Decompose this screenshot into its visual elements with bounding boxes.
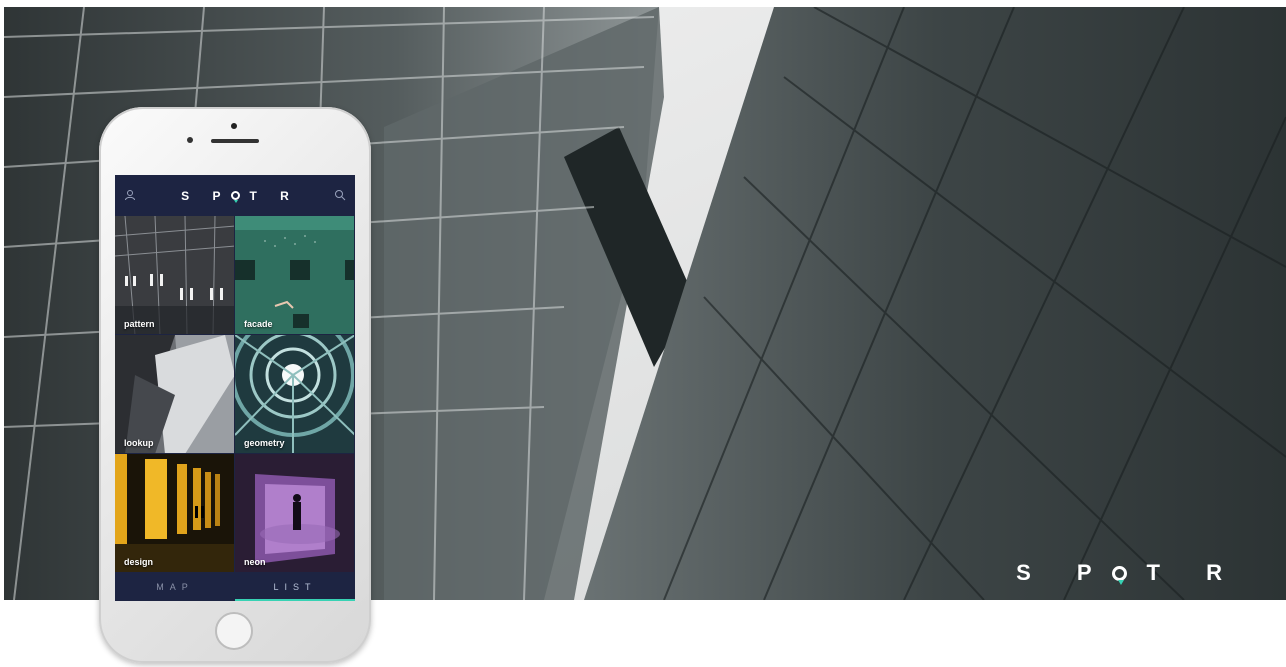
user-icon[interactable] [123,188,137,202]
brand-letters-after: T R [1146,560,1242,585]
design-thumbnail [115,454,234,572]
tile-label: pattern [124,319,155,329]
brand-letters-before: S P [1016,560,1112,585]
tile-label: geometry [244,438,285,448]
lookup-thumbnail [115,335,234,453]
bottom-tab-bar: MAP LIST [115,573,355,601]
category-tile-geometry[interactable]: geometry [235,335,355,454]
tile-label: design [124,557,154,567]
facade-thumbnail [235,216,354,334]
category-grid: pattern facade lookup geometry design ne… [115,216,355,573]
proximity-sensor [187,137,193,143]
category-tile-neon[interactable]: neon [235,454,355,573]
map-pin-logo-icon [1111,565,1127,585]
category-tile-design[interactable]: design [115,454,235,573]
tile-label: lookup [124,438,154,448]
phone-screen: S P T R pattern facade lookup geometry d… [115,175,355,601]
promo-stage: S P T R S P T R pattern facade lookup ge… [0,0,1286,667]
app-header: S P T R [115,175,355,216]
tile-label: neon [244,557,266,567]
search-icon[interactable] [333,188,347,202]
category-tile-pattern[interactable]: pattern [115,216,235,335]
geometry-thumbnail [235,335,354,453]
front-camera [231,123,237,129]
tab-list[interactable]: LIST [235,573,355,601]
neon-thumbnail [235,454,354,572]
app-title-before: S P [181,188,231,203]
category-tile-lookup[interactable]: lookup [115,335,235,454]
pattern-thumbnail [115,216,234,334]
category-tile-facade[interactable]: facade [235,216,355,335]
home-button[interactable] [215,612,253,650]
tile-label: facade [244,319,273,329]
earpiece-speaker [211,139,259,143]
phone-mockup: S P T R pattern facade lookup geometry d… [99,107,371,663]
brand-logo: S P T R [1016,560,1242,586]
app-title-after: T R [249,188,299,203]
app-title: S P T R [181,189,299,203]
tab-map[interactable]: MAP [115,573,235,601]
map-pin-title-icon [230,191,240,203]
